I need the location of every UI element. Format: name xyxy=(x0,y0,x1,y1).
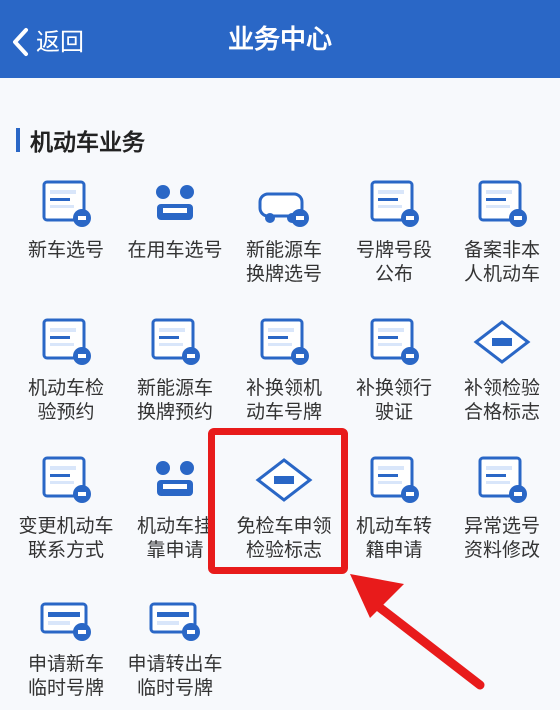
service-item-label: 补换领机 动车号牌 xyxy=(245,377,322,423)
service-item-label: 在用车选号 xyxy=(127,239,223,261)
replace-plate-icon xyxy=(252,314,316,370)
service-item[interactable]: 机动车转 籍申请 xyxy=(338,452,450,572)
new-car-plate-icon xyxy=(34,176,98,232)
service-item[interactable]: 补换领行 驶证 xyxy=(338,314,450,434)
service-item[interactable]: 新能源车 换牌选号 xyxy=(228,176,340,296)
section-title: 机动车业务 xyxy=(30,130,145,156)
section-marker xyxy=(16,128,20,152)
page-title: 业务中心 xyxy=(227,25,332,55)
service-item-label: 补换领行 驶证 xyxy=(355,377,432,423)
service-item[interactable]: 变更机动车 联系方式 xyxy=(10,452,122,572)
highlight-box xyxy=(208,428,348,574)
inspection-appointment-icon xyxy=(34,314,98,370)
service-item-label: 号牌号段 公布 xyxy=(355,239,432,285)
pointer-arrow xyxy=(350,574,485,690)
temp-plate-new-icon xyxy=(34,590,98,646)
inspection-mark-icon xyxy=(470,314,534,370)
service-item-label: 备案非本 人机动车 xyxy=(463,239,540,285)
service-item[interactable]: 申请新车 临时号牌 xyxy=(10,590,122,710)
service-item-label: 变更机动车 联系方式 xyxy=(18,515,114,561)
service-item-label: 新能源车 换牌选号 xyxy=(245,239,322,285)
abnormal-plate-icon xyxy=(470,452,534,508)
plate-range-icon xyxy=(362,176,426,232)
replace-license-icon xyxy=(362,314,426,370)
service-item[interactable]: 机动车检 验预约 xyxy=(10,314,122,434)
service-item[interactable]: 新车选号 xyxy=(10,176,122,296)
service-item[interactable]: 号牌号段 公布 xyxy=(338,176,450,296)
service-item[interactable]: 申请转出车 临时号牌 xyxy=(119,590,231,710)
service-item[interactable]: 异常选号 资料修改 xyxy=(446,452,558,572)
service-item[interactable]: 补换领机 动车号牌 xyxy=(228,314,340,434)
service-item[interactable]: 补领检验 合格标志 xyxy=(446,314,558,434)
service-item-label: 新车选号 xyxy=(27,239,104,261)
in-use-car-plate-icon xyxy=(143,176,207,232)
service-item-label: 机动车转 籍申请 xyxy=(355,515,432,561)
service-item-label: 异常选号 资料修改 xyxy=(463,515,540,561)
service-item[interactable]: 在用车选号 xyxy=(119,176,231,296)
ev-plate-icon xyxy=(252,176,316,232)
change-contact-icon xyxy=(34,452,98,508)
service-item-label: 补领检验 合格标志 xyxy=(463,377,540,423)
section-header: 机动车业务 xyxy=(16,124,145,156)
register-vehicle-icon xyxy=(470,176,534,232)
service-item-label: 新能源车 换牌预约 xyxy=(136,377,213,423)
service-item[interactable]: 新能源车 换牌预约 xyxy=(119,314,231,434)
service-item-label: 申请新车 临时号牌 xyxy=(27,653,104,699)
ev-appointment-icon xyxy=(143,314,207,370)
service-item[interactable]: 备案非本 人机动车 xyxy=(446,176,558,296)
service-item-label: 申请转出车 临时号牌 xyxy=(127,653,223,699)
top-bar: 返回 业务中心 xyxy=(0,0,560,78)
temp-plate-out-icon xyxy=(143,590,207,646)
transfer-icon xyxy=(362,452,426,508)
affiliation-icon xyxy=(143,452,207,508)
service-item-label: 机动车检 验预约 xyxy=(27,377,104,423)
